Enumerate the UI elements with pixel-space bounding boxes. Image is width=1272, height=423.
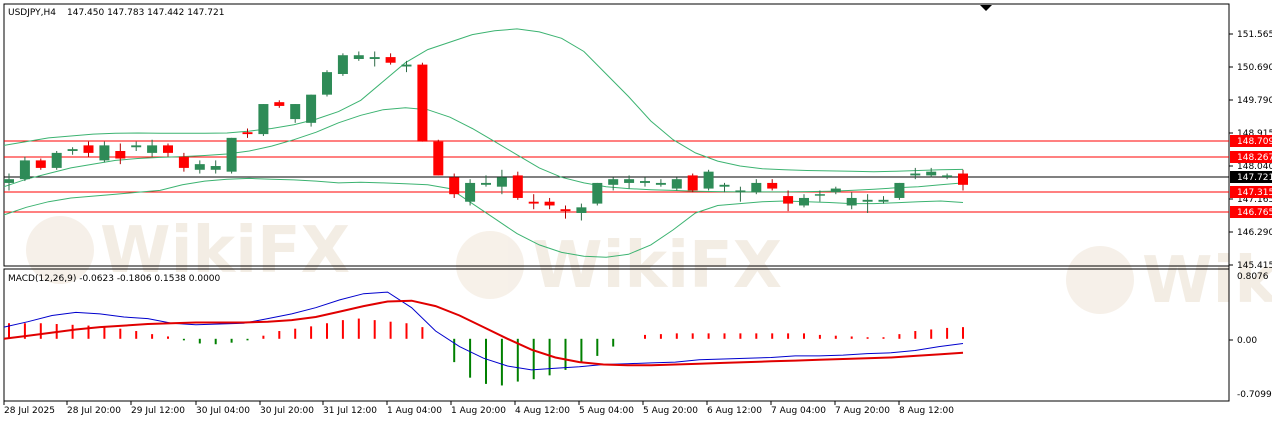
candle-body[interactable] <box>751 182 762 193</box>
time-label: 1 Aug 04:00 <box>387 406 442 416</box>
candle-body[interactable] <box>433 141 444 176</box>
candle-body[interactable] <box>385 57 396 63</box>
candle-body[interactable] <box>178 156 189 168</box>
time-label: 28 Jul 2025 <box>4 406 55 416</box>
price-tick: 146.290 <box>1237 228 1272 238</box>
macd-label: MACD(12,26,9) -0.0623 -0.1806 0.1538 0.0… <box>8 274 221 284</box>
candle-body[interactable] <box>306 94 317 123</box>
macd-tick: 0.00 <box>1237 336 1257 346</box>
price-tick: 148.040 <box>1237 162 1272 172</box>
candle-body[interactable] <box>147 145 158 153</box>
time-label: 1 Aug 20:00 <box>451 406 506 416</box>
candle-body[interactable] <box>258 104 269 135</box>
candle-body[interactable] <box>401 64 412 67</box>
candle-body[interactable] <box>465 182 476 202</box>
candle-body[interactable] <box>719 184 730 187</box>
candle-body[interactable] <box>290 104 301 120</box>
candle-body[interactable] <box>735 190 746 193</box>
candle-body[interactable] <box>322 72 332 95</box>
candle-body[interactable] <box>369 57 380 59</box>
price-tick: 145.415 <box>1237 261 1272 271</box>
candle-body[interactable] <box>4 179 14 183</box>
trading-chart[interactable]: WikiFX WikiFX WikiFX USDJPY,H4 147.450 1… <box>0 0 1272 423</box>
candle-body[interactable] <box>640 181 650 183</box>
candle-body[interactable] <box>496 177 507 187</box>
time-label: 30 Jul 20:00 <box>260 406 314 416</box>
candle-body[interactable] <box>910 173 921 176</box>
time-label: 30 Jul 04:00 <box>196 406 250 416</box>
macd-tick: -0.7099 <box>1237 390 1272 400</box>
candle-body[interactable] <box>894 182 905 198</box>
price-tick: 150.690 <box>1237 63 1272 73</box>
macd-tick: 0.8076 <box>1237 272 1269 282</box>
candle-body[interactable] <box>767 182 778 189</box>
price-tick: 151.565 <box>1237 30 1272 40</box>
candle-body[interactable] <box>687 175 698 191</box>
time-label: 5 Aug 04:00 <box>579 406 634 416</box>
candle-body[interactable] <box>163 145 173 153</box>
candle-body[interactable] <box>846 197 857 206</box>
candle-body[interactable] <box>783 196 794 204</box>
time-label: 8 Aug 12:00 <box>899 406 954 416</box>
level-value: 148.709 <box>1237 137 1272 147</box>
time-label: 28 Jul 20:00 <box>67 406 121 416</box>
candle-body[interactable] <box>544 201 555 206</box>
candle-body[interactable] <box>35 160 46 168</box>
candle-body[interactable] <box>19 160 30 180</box>
symbol-label: USDJPY,H4 <box>8 8 56 18</box>
candle-body[interactable] <box>194 164 205 170</box>
time-label: 7 Aug 04:00 <box>771 406 826 416</box>
time-label: 6 Aug 12:00 <box>707 406 762 416</box>
candle-body[interactable] <box>512 175 523 198</box>
current-price-value: 147.721 <box>1237 173 1272 183</box>
candle-body[interactable] <box>942 175 953 177</box>
candle-body[interactable] <box>337 55 348 75</box>
candle-body[interactable] <box>449 177 460 195</box>
candle-body[interactable] <box>878 199 889 202</box>
candle-body[interactable] <box>560 209 571 212</box>
time-label: 5 Aug 20:00 <box>643 406 698 416</box>
candle-body[interactable] <box>624 179 635 183</box>
time-label: 31 Jul 12:00 <box>323 406 377 416</box>
candle-body[interactable] <box>576 207 587 213</box>
candle-body[interactable] <box>226 137 237 172</box>
candle-body[interactable] <box>926 171 937 176</box>
candle-body[interactable] <box>83 145 94 153</box>
candle-body[interactable] <box>528 201 539 204</box>
candle-body[interactable] <box>131 145 142 148</box>
candle-body[interactable] <box>51 152 62 168</box>
candle-body[interactable] <box>67 149 78 152</box>
candle-body[interactable] <box>671 179 682 189</box>
candle-body[interactable] <box>592 182 603 204</box>
level-value: 148.267 <box>1237 153 1272 163</box>
time-label: 4 Aug 12:00 <box>515 406 570 416</box>
candle-body[interactable] <box>814 194 825 196</box>
time-label: 7 Aug 20:00 <box>835 406 890 416</box>
candle-body[interactable] <box>703 171 714 189</box>
candle-body[interactable] <box>481 182 491 185</box>
level-value: 147.315 <box>1237 188 1272 198</box>
candle-body[interactable] <box>655 182 666 185</box>
level-value: 146.765 <box>1237 208 1272 218</box>
time-label: 29 Jul 12:00 <box>131 406 185 416</box>
candle-body[interactable] <box>417 64 428 142</box>
candle-body[interactable] <box>210 166 221 170</box>
ohlc-quote: 147.450 147.783 147.442 147.721 <box>67 8 224 18</box>
candle-body[interactable] <box>99 145 110 161</box>
candle-body[interactable] <box>830 188 841 193</box>
price-tick: 149.790 <box>1237 96 1272 106</box>
candle-body[interactable] <box>608 179 619 185</box>
candle-body[interactable] <box>353 55 364 59</box>
candle-body[interactable] <box>115 151 126 159</box>
candle-body[interactable] <box>958 173 968 185</box>
candle-body[interactable] <box>799 197 809 206</box>
candle-body[interactable] <box>274 102 285 106</box>
candle-body[interactable] <box>862 199 873 202</box>
candle-body[interactable] <box>242 132 253 135</box>
